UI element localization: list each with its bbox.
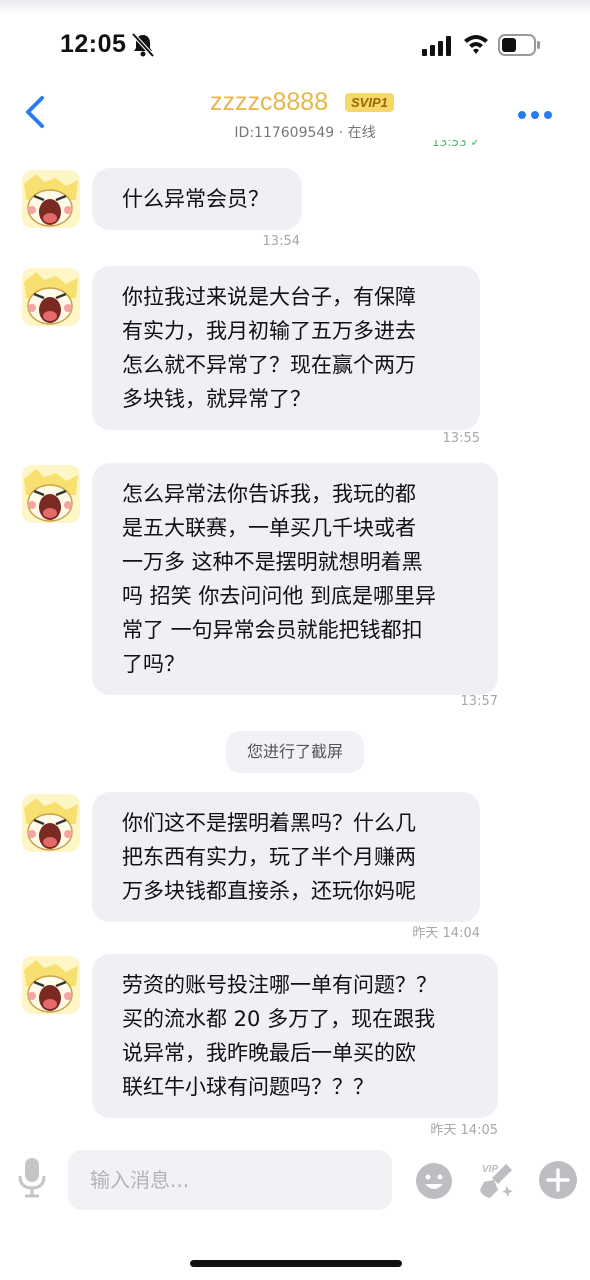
avatar[interactable] bbox=[22, 268, 80, 326]
wifi-icon bbox=[464, 35, 488, 54]
message-bubble[interactable]: 劳资的账号投注哪一单有问题？？ 买的流水都 20 多万了，现在跟我 说异常，我昨… bbox=[92, 954, 498, 1118]
clipped-timestamp: 13:53 ✓ bbox=[432, 140, 481, 148]
message-line: 怎么就不异常了？现在赢个两万 bbox=[122, 353, 416, 377]
screenshot-notice: 您进行了截屏 bbox=[226, 731, 364, 773]
status-bar: 12:05 bbox=[0, 20, 590, 70]
message-line: 常了 一句异常会员就能把钱都扣 bbox=[122, 618, 423, 642]
message-input[interactable] bbox=[68, 1150, 392, 1210]
message-bubble[interactable]: 什么异常会员？ bbox=[92, 168, 302, 230]
avatar[interactable] bbox=[22, 465, 80, 523]
message-time: 13:57 bbox=[460, 694, 498, 709]
message-line: 怎么异常法你告诉我，我玩的都 bbox=[122, 482, 416, 506]
signal-icon bbox=[422, 36, 451, 56]
message-bubble[interactable]: 你们这不是摆明着黑吗？什么几 把东西有实力，玩了半个月赚两 万多块钱都直接杀，还… bbox=[92, 792, 480, 922]
bell-slash-icon bbox=[131, 32, 155, 58]
status-time: 12:05 bbox=[60, 30, 127, 58]
battery-icon bbox=[498, 34, 540, 56]
contact-meta: ID:117609549 · 在线 bbox=[0, 122, 590, 142]
message-line: 你拉我过来说是大台子，有保障 bbox=[122, 285, 416, 309]
contact-id: ID:117609549 bbox=[234, 125, 335, 141]
microphone-icon[interactable] bbox=[16, 1156, 48, 1198]
contact-name[interactable]: zzzzc8888 bbox=[210, 88, 328, 117]
message-bubble[interactable]: 你拉我过来说是大台子，有保障 有实力，我月初输了五万多进去 怎么就不异常了？现在… bbox=[92, 266, 480, 430]
message-line: 联红牛小球有问题吗？？？ bbox=[122, 1075, 374, 1099]
message-line: 是五大联赛，一单买几千块或者 bbox=[122, 516, 416, 540]
message-line: 一万多 这种不是摆明就想明着黑 bbox=[122, 550, 423, 574]
message-line: 把东西有实力，玩了半个月赚两 bbox=[122, 845, 416, 869]
chat-header: zzzzc8888 SVIP1 ID:117609549 · 在线 bbox=[0, 86, 590, 146]
message-time: 昨天 14:04 bbox=[412, 926, 480, 941]
top-edge-shadow bbox=[0, 0, 590, 14]
message-line: 吗 招笑 你去问问他 到底是哪里异 bbox=[122, 584, 437, 608]
svg-text:VIP: VIP bbox=[482, 1164, 498, 1175]
message-bubble[interactable]: 怎么异常法你告诉我，我玩的都 是五大联赛，一单买几千块或者 一万多 这种不是摆明… bbox=[92, 463, 498, 695]
input-bar: VIP bbox=[0, 1140, 590, 1220]
message-line: 劳资的账号投注哪一单有问题？？ bbox=[122, 973, 437, 997]
emoji-icon[interactable] bbox=[415, 1162, 453, 1200]
more-options-icon[interactable] bbox=[518, 104, 558, 119]
home-indicator bbox=[190, 1260, 402, 1267]
meta-separator: · bbox=[338, 125, 344, 141]
message-time: 昨天 14:05 bbox=[430, 1123, 498, 1138]
message-line: 说异常，我昨晚最后一单买的欧 bbox=[122, 1041, 416, 1065]
plus-icon[interactable] bbox=[538, 1160, 578, 1200]
message-line: 有实力，我月初输了五万多进去 bbox=[122, 319, 416, 343]
message-time: 13:55 bbox=[442, 431, 480, 446]
message-time: 13:54 bbox=[262, 234, 300, 249]
message-line: 买的流水都 20 多万了，现在跟我 bbox=[122, 1007, 436, 1031]
svip-badge: SVIP1 bbox=[345, 93, 394, 112]
message-line: 多块钱，就异常了？ bbox=[122, 387, 311, 411]
online-status: 在线 bbox=[347, 125, 376, 141]
message-line: 万多块钱都直接杀，还玩你妈呢 bbox=[122, 879, 416, 903]
avatar[interactable] bbox=[22, 794, 80, 852]
message-line: 了吗？ bbox=[122, 652, 185, 676]
avatar[interactable] bbox=[22, 170, 80, 228]
message-line: 你们这不是摆明着黑吗？什么几 bbox=[122, 811, 416, 835]
avatar[interactable] bbox=[22, 956, 80, 1014]
vip-tool-icon[interactable]: VIP bbox=[476, 1160, 518, 1202]
message-line: 什么异常会员？ bbox=[122, 187, 269, 211]
